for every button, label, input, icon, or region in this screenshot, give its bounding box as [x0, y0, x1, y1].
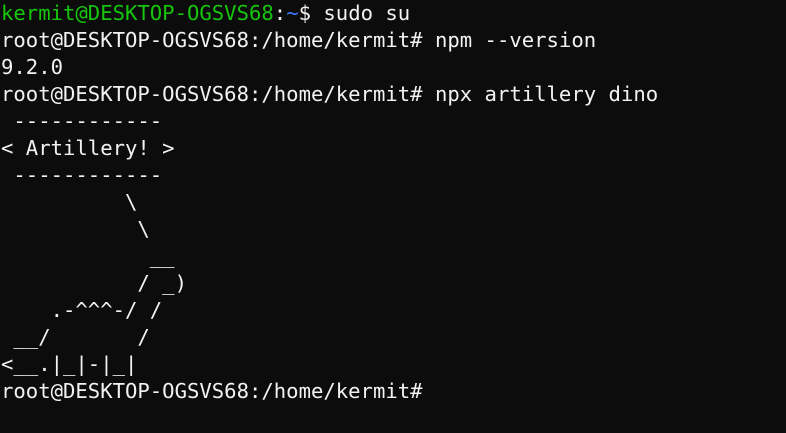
first-prompt-line: kermit@DESKTOP-OGSVS68:~$ sudo su — [1, 0, 786, 27]
ascii-line: __ — [1, 244, 175, 268]
output-line-npm-version-cmd: root@DESKTOP-OGSVS68:/home/kermit# npm -… — [1, 28, 597, 52]
prompt-colon: : — [273, 1, 287, 25]
text-cursor — [423, 379, 434, 402]
prompt-user-host: kermit@DESKTOP-OGSVS68 — [1, 1, 274, 25]
prompt-path: ~ — [286, 1, 299, 25]
ascii-dino-art: ------------ < Artillery! > ------------… — [1, 108, 786, 378]
final-prompt-line[interactable]: root@DESKTOP-OGSVS68:/home/kermit# — [1, 378, 786, 405]
terminal-window[interactable]: kermit@DESKTOP-OGSVS68:~$ sudo su root@D… — [0, 0, 786, 433]
ascii-line: ------------ — [1, 109, 163, 133]
prompt-sign: $ — [298, 1, 311, 25]
ascii-line: .-^^^-/ / — [1, 298, 163, 322]
ascii-line: ------------ — [1, 163, 163, 187]
output-line-npm-version: 9.2.0 — [1, 55, 63, 79]
ascii-line: __/ / — [1, 325, 150, 349]
command-text: sudo su — [311, 1, 411, 25]
ascii-line: < Artillery! > — [1, 136, 175, 160]
ascii-line: \ — [1, 190, 138, 214]
ascii-line: <__.|_|-|_| — [1, 352, 138, 376]
output-line-npx-artillery-cmd: root@DESKTOP-OGSVS68:/home/kermit# npx a… — [1, 82, 659, 106]
ascii-line: / _) — [1, 271, 187, 295]
final-prompt: root@DESKTOP-OGSVS68:/home/kermit# — [1, 379, 423, 403]
ascii-line: \ — [1, 217, 150, 241]
